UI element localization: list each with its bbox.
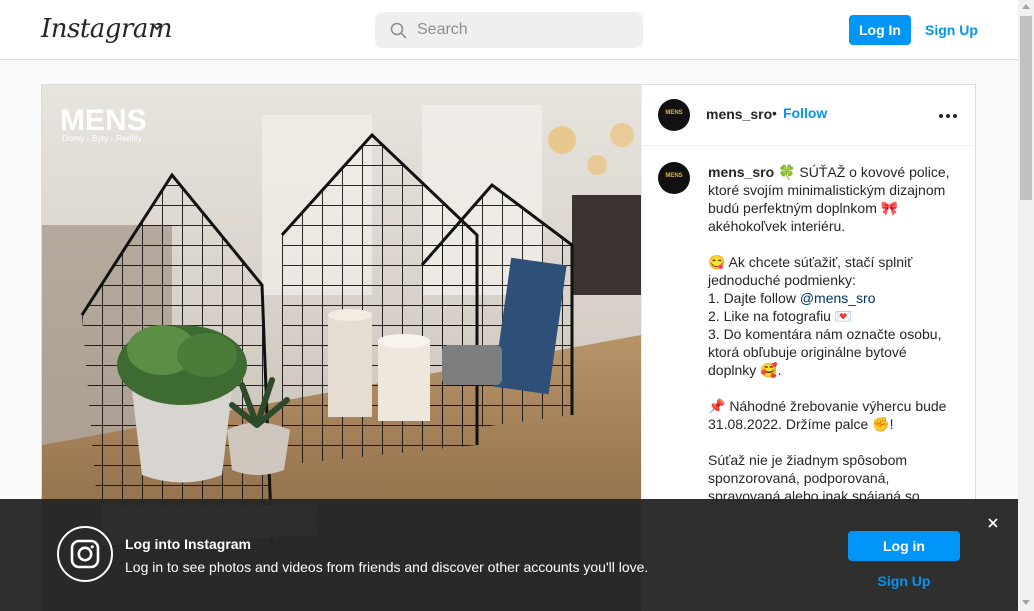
- more-icon[interactable]: [938, 113, 958, 119]
- caption-paragraph: 😋 Ak chcete súťažiť, stačí splniť jednod…: [708, 253, 958, 379]
- caption-mention-link[interactable]: @mens_sro: [800, 290, 876, 306]
- post-username[interactable]: mens_sro: [706, 106, 772, 122]
- close-icon[interactable]: [985, 515, 1001, 531]
- page-scrollbar[interactable]: [1018, 0, 1034, 611]
- caption-avatar[interactable]: MENS: [658, 162, 690, 194]
- caption-avatar-text: MENS: [665, 173, 683, 179]
- separator-dot: •: [772, 105, 777, 121]
- instagram-icon-circle: [57, 526, 113, 582]
- scroll-down-arrow-icon[interactable]: [1022, 600, 1030, 605]
- login-button[interactable]: Log In: [849, 15, 911, 45]
- caption-text: 2. Like na fotografiu 💌 3. Do komentára …: [708, 308, 942, 378]
- top-nav: Instagram Log In Sign Up: [0, 0, 1018, 60]
- caption-username[interactable]: mens_sro: [708, 164, 774, 180]
- banner-title: Log into Instagram: [125, 536, 251, 552]
- follow-button[interactable]: Follow: [783, 105, 827, 121]
- scroll-up-arrow-icon[interactable]: [1022, 4, 1030, 9]
- avatar[interactable]: MENS: [658, 99, 690, 131]
- login-banner: Log into Instagram Log in to see photos …: [0, 499, 1018, 611]
- banner-signup-link[interactable]: Sign Up: [848, 573, 960, 589]
- chevron-down-icon[interactable]: [150, 20, 164, 34]
- post-caption: mens_sro 🍀 SÚŤAŽ o kovové police, ktoré …: [708, 163, 958, 505]
- avatar-text: MENS: [665, 110, 683, 116]
- banner-login-button[interactable]: Log in: [848, 531, 960, 561]
- banner-text: Log in to see photos and videos from fri…: [125, 559, 649, 575]
- caption-paragraph: Súťaž nie je žiadnym spôsobom sponzorova…: [708, 452, 920, 504]
- instagram-icon: [70, 539, 100, 569]
- post-header: MENS mens_sro • Follow: [642, 85, 977, 146]
- photo-brand-sub: Domy - Byty - Reality: [62, 133, 143, 143]
- caption-paragraph: 📌 Náhodné žrebovanie výhercu bude 31.08.…: [708, 398, 951, 432]
- search-input[interactable]: [417, 12, 627, 48]
- search-box[interactable]: [375, 12, 643, 48]
- caption-paragraph: mens_sro 🍀 SÚŤAŽ o kovové police, ktoré …: [708, 163, 958, 235]
- signup-link[interactable]: Sign Up: [925, 15, 978, 45]
- search-icon: [390, 22, 407, 39]
- scroll-thumb[interactable]: [1020, 16, 1032, 200]
